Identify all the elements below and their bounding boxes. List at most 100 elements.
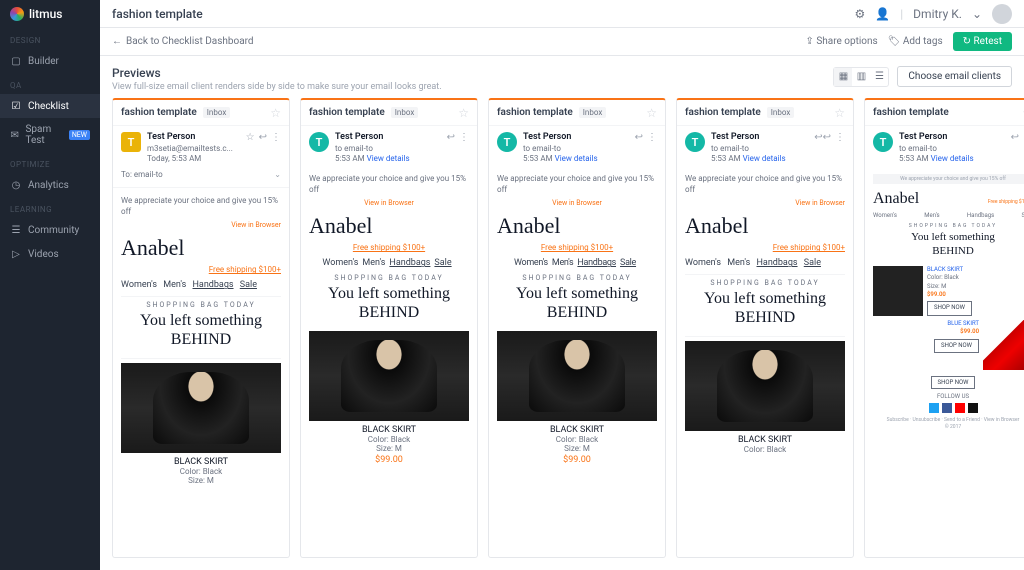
- youtube-icon[interactable]: [955, 403, 965, 413]
- previews-subtitle: View full-size email client renders side…: [112, 82, 809, 92]
- product-image: [497, 331, 657, 421]
- preview-card[interactable]: fashion template ☆ T Test Person to emai…: [864, 98, 1024, 558]
- more-icon[interactable]: ⋮: [271, 132, 281, 143]
- choose-email-clients-button[interactable]: Choose email clients: [897, 66, 1012, 87]
- reply-all-icon[interactable]: ↩↩: [814, 132, 831, 143]
- headline: You left somethingBEHIND: [685, 289, 845, 327]
- sender-address: m3setia@emailtests.c...: [147, 144, 240, 154]
- twitter-icon[interactable]: [929, 403, 939, 413]
- star-icon[interactable]: ☆: [646, 106, 657, 120]
- sender-name: Test Person: [711, 132, 808, 144]
- intro-text: We appreciate your choice and give you 1…: [497, 174, 657, 195]
- view-list-icon[interactable]: ☰: [870, 68, 888, 86]
- view-grid-icon[interactable]: ▦: [834, 68, 852, 86]
- view-details-link[interactable]: View details: [931, 154, 974, 163]
- new-badge: NEW: [69, 130, 90, 140]
- product-name: BLACK SKIRT: [927, 266, 1024, 274]
- email-nav: Women's Men's Handbags Sale: [121, 280, 281, 290]
- more-icon[interactable]: ⋮: [835, 132, 845, 143]
- view-in-browser-link[interactable]: View in Browser: [121, 221, 281, 229]
- to-line: to email-to: [711, 144, 808, 154]
- product-price: $99.00: [873, 328, 979, 336]
- page-header: fashion template ⚙ 👤 | Dmitry K. ⌄: [100, 0, 1024, 28]
- spam-icon: ✉: [10, 129, 19, 141]
- person-icon[interactable]: 👤: [875, 7, 890, 21]
- user-name[interactable]: Dmitry K.: [913, 7, 962, 21]
- reply-icon[interactable]: ↩: [635, 132, 643, 143]
- sidebar-item-checklist[interactable]: ☑ Checklist: [0, 94, 100, 118]
- sender-avatar: T: [121, 132, 141, 152]
- inbox-badge: Inbox: [203, 107, 231, 118]
- free-shipping-link[interactable]: Free shipping $100+: [309, 243, 469, 252]
- view-in-browser-link[interactable]: View in Browser: [309, 199, 469, 207]
- view-details-link[interactable]: View details: [743, 154, 786, 163]
- free-shipping-link[interactable]: Free shipping $100+: [685, 243, 845, 252]
- free-shipping-link[interactable]: Free shipping $100+: [497, 243, 657, 252]
- product-image: [121, 363, 281, 453]
- brand-logo-text: Anabel: [873, 190, 919, 208]
- reply-icon[interactable]: ↩: [447, 132, 455, 143]
- promo-bar: We appreciate your choice and give you 1…: [873, 174, 1024, 184]
- preview-card[interactable]: fashion template Inbox ☆ T Test Person t…: [300, 98, 478, 558]
- view-columns-icon[interactable]: ▥: [852, 68, 870, 86]
- sidebar-item-spamtest[interactable]: ✉ Spam Test NEW: [0, 118, 100, 152]
- chevron-down-icon[interactable]: ⌄: [972, 7, 982, 21]
- shop-now-button[interactable]: SHOP NOW: [934, 339, 979, 353]
- sidebar-item-analytics[interactable]: ◷ Analytics: [0, 173, 100, 197]
- sender-name: Test Person: [147, 132, 240, 144]
- chevron-down-icon[interactable]: ⌄: [274, 170, 281, 179]
- sidebar-item-community[interactable]: ☰ Community: [0, 218, 100, 242]
- retest-button[interactable]: ↻ Retest: [953, 32, 1012, 51]
- reply-icon[interactable]: ↩: [259, 132, 267, 143]
- shop-now-button[interactable]: SHOP NOW: [927, 301, 972, 315]
- shop-now-button[interactable]: SHOP NOW: [931, 376, 976, 389]
- product-name: BLUE SKIRT: [873, 320, 979, 328]
- intro-text: We appreciate your choice and give you 1…: [309, 174, 469, 195]
- product-name: BLACK SKIRT: [309, 425, 469, 435]
- to-line: to email-to: [335, 144, 441, 154]
- free-shipping-link[interactable]: Free shipping $100+: [988, 199, 1024, 205]
- star-icon[interactable]: ☆: [458, 106, 469, 120]
- section-label: SHOPPING BAG TODAY: [873, 223, 1024, 229]
- nav-section-optimize: OPTIMIZE: [0, 152, 100, 173]
- add-tags[interactable]: 🏷 Add tags: [888, 36, 943, 47]
- social-icon[interactable]: [968, 403, 978, 413]
- product-size: Size: M: [121, 476, 281, 485]
- preview-card[interactable]: fashion template Inbox ☆ T Test Person m…: [112, 98, 290, 558]
- sidebar: litmus DESIGN ▢ Builder QA ☑ Checklist ✉…: [0, 0, 100, 570]
- view-details-link[interactable]: View details: [555, 154, 598, 163]
- view-details-link[interactable]: View details: [367, 154, 410, 163]
- tag-icon: 🏷: [888, 36, 901, 47]
- inbox-badge: Inbox: [767, 107, 795, 118]
- back-to-dashboard[interactable]: ← Back to Checklist Dashboard: [112, 36, 254, 47]
- nav-section-design: DESIGN: [0, 28, 100, 49]
- brand-logo[interactable]: litmus: [0, 0, 100, 28]
- preview-card[interactable]: fashion template Inbox ☆ T Test Person t…: [488, 98, 666, 558]
- more-icon[interactable]: ⋮: [459, 132, 469, 143]
- star-icon[interactable]: ☆: [246, 132, 255, 143]
- sender-avatar: T: [685, 132, 705, 152]
- free-shipping-link[interactable]: Free shipping $100+: [121, 265, 281, 274]
- reply-icon[interactable]: ↩: [1011, 132, 1019, 143]
- sidebar-item-builder[interactable]: ▢ Builder: [0, 49, 100, 73]
- facebook-icon[interactable]: [942, 403, 952, 413]
- product-color: Color: Black: [497, 435, 657, 444]
- product-price: $99.00: [497, 455, 657, 465]
- builder-icon: ▢: [10, 55, 22, 67]
- email-nav: Women'sMen'sHandbagsSale: [309, 258, 469, 268]
- star-icon[interactable]: ☆: [834, 106, 845, 120]
- view-in-browser-link[interactable]: View in Browser: [497, 199, 657, 207]
- settings-icon[interactable]: ⚙: [855, 7, 866, 21]
- more-icon[interactable]: ⋮: [647, 132, 657, 143]
- star-icon[interactable]: ☆: [270, 106, 281, 120]
- section-label: SHOPPING BAG TODAY: [121, 301, 281, 309]
- avatar[interactable]: [992, 4, 1012, 24]
- product-color: Color: Black: [309, 435, 469, 444]
- share-options[interactable]: ⇪ Share options: [805, 36, 877, 47]
- view-in-browser-link[interactable]: View in Browser: [685, 199, 845, 207]
- product-size: Size: M: [497, 444, 657, 453]
- product-price: $99.00: [927, 291, 1024, 299]
- previews-cards-row[interactable]: fashion template Inbox ☆ T Test Person m…: [100, 98, 1024, 570]
- sidebar-item-videos[interactable]: ▷ Videos: [0, 242, 100, 266]
- preview-card[interactable]: fashion template Inbox ☆ T Test Person t…: [676, 98, 854, 558]
